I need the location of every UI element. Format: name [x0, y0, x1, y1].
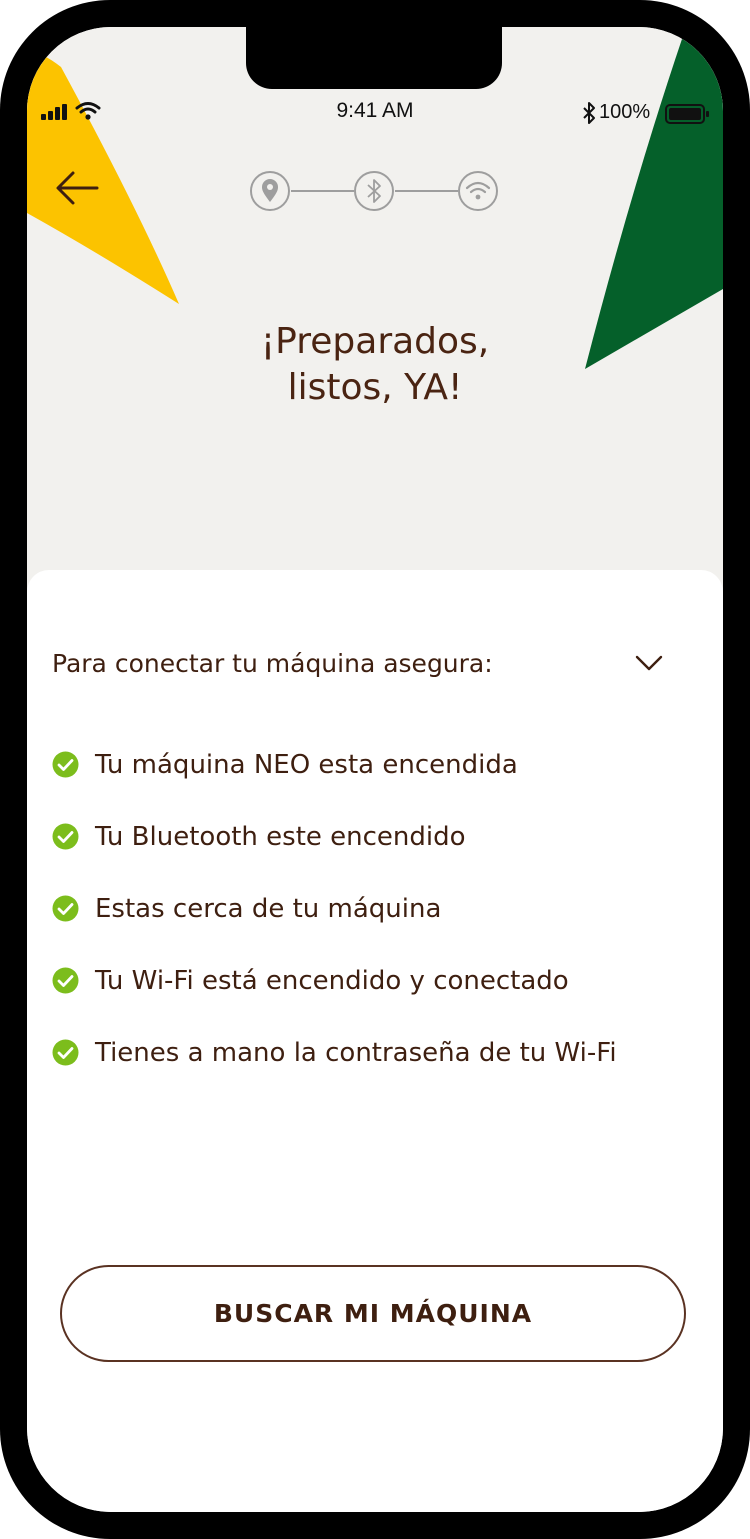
checklist-title: Para conectar tu máquina asegura: [52, 649, 493, 678]
title-line-2: listos, YA! [287, 367, 463, 408]
list-item-label: Tu máquina NEO esta encendida [95, 750, 518, 780]
check-circle-icon [52, 1039, 79, 1066]
progress-stepper [250, 171, 498, 211]
wifi-icon [458, 171, 498, 211]
screen: 9:41 AM 100% ¡Preparados, listos, YA! Pa… [27, 27, 723, 1512]
battery-percentage: 100% [599, 101, 651, 123]
bluetooth-icon [354, 171, 394, 211]
check-circle-icon [52, 967, 79, 994]
check-circle-icon [52, 823, 79, 850]
list-item: Tu Bluetooth este encendido [27, 817, 723, 889]
arrow-left-icon [56, 171, 99, 205]
chevron-down-icon[interactable] [634, 654, 664, 672]
title-line-1: ¡Preparados, [260, 321, 490, 362]
checklist-sheet: Para conectar tu máquina asegura: Tu máq… [27, 570, 723, 1512]
page-title: ¡Preparados, listos, YA! [27, 319, 723, 411]
header-area: 9:41 AM 100% ¡Preparados, listos, YA! [27, 27, 723, 627]
list-item-label: Tienes a mano la contraseña de tu Wi-Fi [95, 1038, 617, 1068]
search-machine-button[interactable]: BUSCAR MI MÁQUINA [60, 1265, 686, 1362]
list-item-label: Tu Wi-Fi está encendido y conectado [95, 966, 569, 996]
list-item-label: Estas cerca de tu máquina [95, 894, 442, 924]
checklist: Tu máquina NEO esta encendida Tu Bluetoo… [27, 745, 723, 1105]
list-item: Estas cerca de tu máquina [27, 889, 723, 961]
back-button[interactable] [49, 163, 105, 213]
phone-frame: 9:41 AM 100% ¡Preparados, listos, YA! Pa… [0, 0, 750, 1539]
location-pin-icon [250, 171, 290, 211]
search-machine-button-label: BUSCAR MI MÁQUINA [213, 1299, 533, 1328]
list-item: Tu máquina NEO esta encendida [27, 745, 723, 817]
notch [246, 27, 502, 89]
battery-icon [665, 104, 709, 124]
list-item: Tu Wi-Fi está encendido y conectado [27, 961, 723, 1033]
check-circle-icon [52, 751, 79, 778]
list-item: Tienes a mano la contraseña de tu Wi-Fi [27, 1033, 723, 1105]
bluetooth-icon [583, 102, 595, 124]
list-item-label: Tu Bluetooth este encendido [95, 822, 466, 852]
checklist-header[interactable]: Para conectar tu máquina asegura: [27, 570, 723, 678]
check-circle-icon [52, 895, 79, 922]
